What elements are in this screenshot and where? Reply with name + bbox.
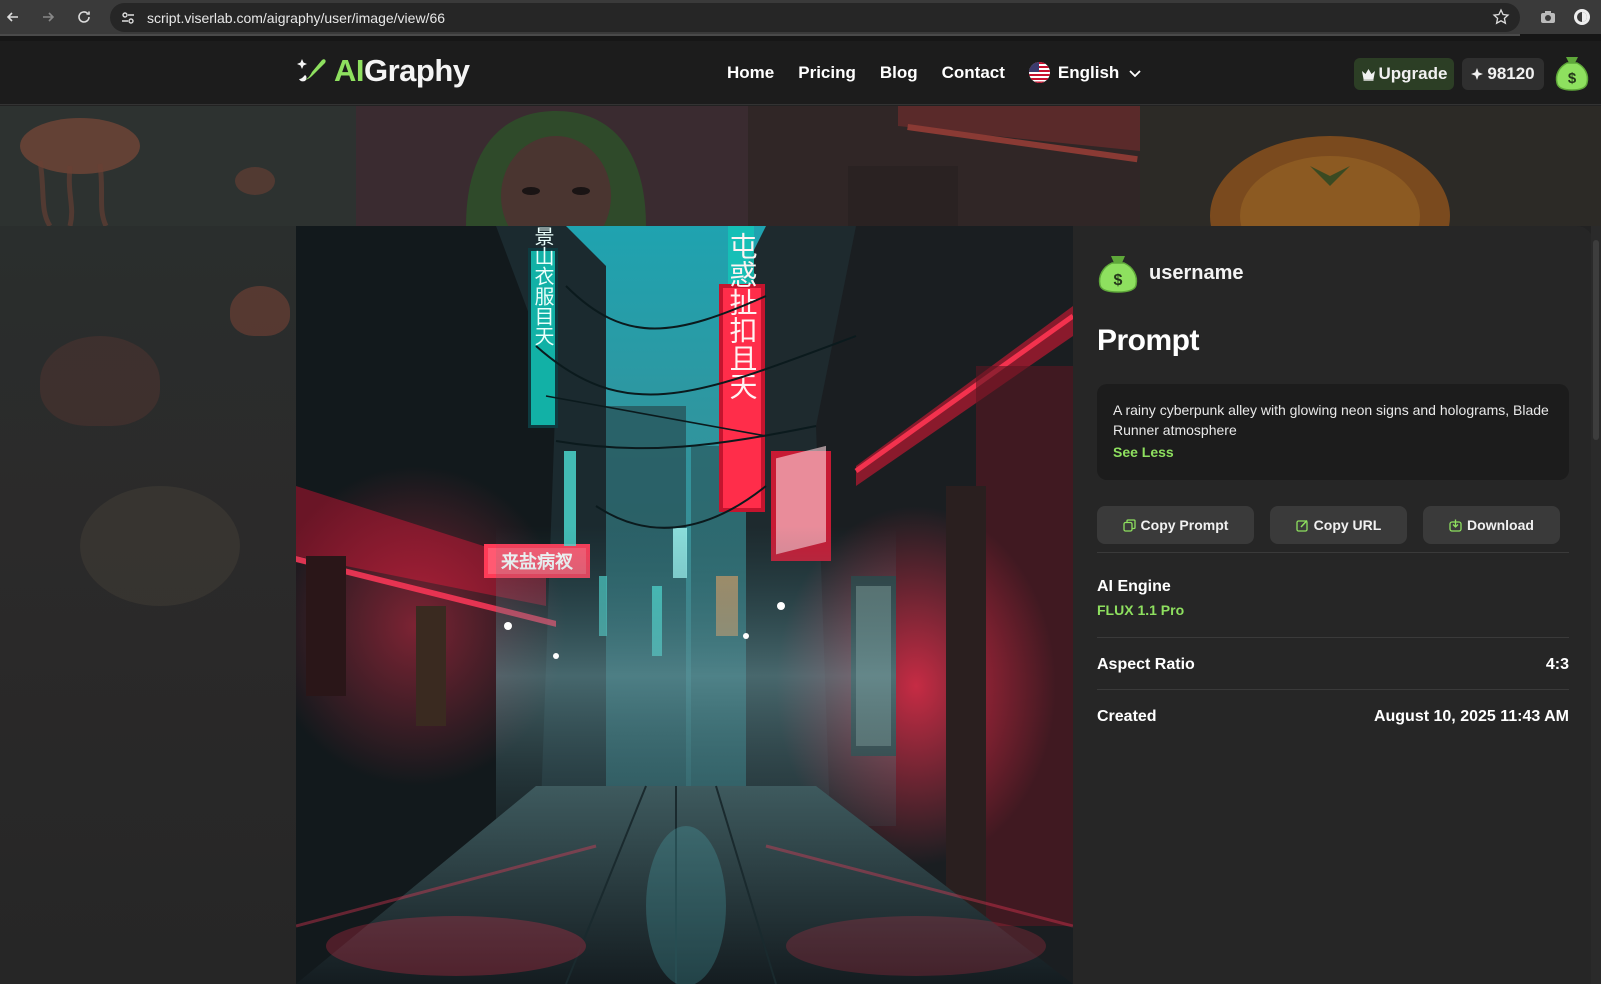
- background-jellyfish-image: [0, 106, 356, 226]
- copy-icon: [1122, 518, 1136, 532]
- logo[interactable]: AIGraphy: [296, 53, 470, 89]
- background-jellyfish-image-lower: [0, 226, 296, 984]
- aspect-ratio-label: Aspect Ratio: [1097, 656, 1195, 673]
- copy-prompt-label: Copy Prompt: [1140, 517, 1229, 533]
- profile-icon[interactable]: [1572, 7, 1592, 27]
- copy-url-label: Copy URL: [1313, 517, 1382, 533]
- download-button[interactable]: Download: [1423, 506, 1560, 544]
- created-label: Created: [1097, 708, 1157, 725]
- upgrade-button[interactable]: Upgrade: [1354, 58, 1454, 90]
- author-row[interactable]: $ username: [1097, 252, 1244, 294]
- browser-toolbar: script.viserlab.com/aigraphy/user/image/…: [0, 0, 1601, 34]
- background-jellyfish-shape: [230, 286, 290, 336]
- arrow-left-icon: [6, 12, 18, 22]
- background-creature-shape: [80, 486, 240, 606]
- action-buttons: Copy Prompt Copy URL Download: [1097, 506, 1569, 544]
- site-header: AIGraphy Home Pricing Blog Contact Engli…: [0, 41, 1601, 105]
- reload-icon: [78, 11, 90, 23]
- see-less-link[interactable]: See Less: [1113, 444, 1553, 460]
- bookmark-star-icon[interactable]: [1492, 8, 1510, 26]
- svg-text:$: $: [1568, 70, 1577, 87]
- background-coral-shape: [40, 336, 160, 426]
- prompt-heading: Prompt: [1097, 324, 1200, 357]
- author-username[interactable]: username: [1149, 262, 1244, 285]
- download-icon: [1449, 519, 1462, 532]
- site-settings-icon[interactable]: [120, 10, 136, 26]
- brush-sparkle-logo-icon: [297, 59, 326, 82]
- copy-url-button[interactable]: Copy URL: [1270, 506, 1407, 544]
- divider: [1097, 689, 1569, 690]
- nav-contact[interactable]: Contact: [942, 63, 1005, 83]
- ai-engine-label: AI Engine: [1097, 578, 1171, 595]
- camera-extension-icon[interactable]: [1538, 7, 1558, 27]
- money-bag-avatar-icon: $: [1098, 256, 1138, 293]
- scrollbar-thumb[interactable]: [1593, 240, 1599, 440]
- prompt-box: A rainy cyberpunk alley with glowing neo…: [1097, 384, 1569, 480]
- crown-icon: [1361, 68, 1375, 81]
- credits-button[interactable]: 98120: [1462, 58, 1544, 90]
- generated-image[interactable]: 危景山衣服目天 屯惑扯扣且天 来盐病衩: [296, 226, 1073, 984]
- language-selector[interactable]: English: [1028, 62, 1143, 83]
- main-nav: Home Pricing Blog Contact English: [727, 62, 1143, 83]
- forward-button[interactable]: [37, 6, 59, 28]
- background-street-image: [748, 106, 1140, 226]
- back-button[interactable]: [2, 6, 24, 28]
- logo-text-graphy: Graphy: [364, 53, 470, 88]
- created-value: August 10, 2025 11:43 AM: [1373, 708, 1569, 725]
- logo-text-ai: AI: [334, 53, 365, 88]
- divider: [1097, 552, 1569, 553]
- aspect-ratio-value: 4:3: [1545, 656, 1569, 673]
- prompt-text: A rainy cyberpunk alley with glowing neo…: [1113, 402, 1549, 438]
- edit-link-icon: [1296, 519, 1308, 532]
- nav-home[interactable]: Home: [727, 63, 774, 83]
- credits-count: 98120: [1487, 64, 1535, 83]
- us-flag-icon: [1028, 62, 1050, 83]
- svg-text:屯惑扯扣且天: 屯惑扯扣且天: [726, 232, 759, 400]
- arrow-right-icon: [43, 12, 55, 22]
- nav-pricing[interactable]: Pricing: [798, 63, 856, 83]
- divider: [1097, 637, 1569, 638]
- cyberpunk-alley-illustration: 危景山衣服目天 屯惑扯扣且天 来盐病衩: [296, 226, 1073, 984]
- sparkle-icon: [1471, 68, 1484, 80]
- language-label: English: [1057, 62, 1120, 82]
- nav-blog[interactable]: Blog: [880, 63, 918, 83]
- reload-button[interactable]: [73, 6, 95, 28]
- chevron-down-icon: [1129, 69, 1141, 77]
- background-food-image: [1140, 106, 1601, 226]
- money-bag-icon[interactable]: $: [1554, 53, 1590, 91]
- image-details-panel: $ username Prompt A rainy cyberpunk alle…: [1073, 226, 1593, 984]
- svg-text:$: $: [1114, 272, 1123, 289]
- logo-text: AIGraphy: [334, 53, 470, 89]
- background-portrait-image: [356, 106, 748, 226]
- address-bar[interactable]: script.viserlab.com/aigraphy/user/image/…: [110, 3, 1520, 32]
- ai-engine-value: FLUX 1.1 Pro: [1097, 602, 1185, 618]
- download-label: Download: [1467, 517, 1534, 533]
- svg-text:危景山衣服目天: 危景山衣服目天: [531, 226, 555, 346]
- url-text[interactable]: script.viserlab.com/aigraphy/user/image/…: [147, 10, 445, 26]
- copy-prompt-button[interactable]: Copy Prompt: [1097, 506, 1254, 544]
- upgrade-label: Upgrade: [1378, 64, 1448, 83]
- page-scroll-indicator: [0, 34, 1520, 36]
